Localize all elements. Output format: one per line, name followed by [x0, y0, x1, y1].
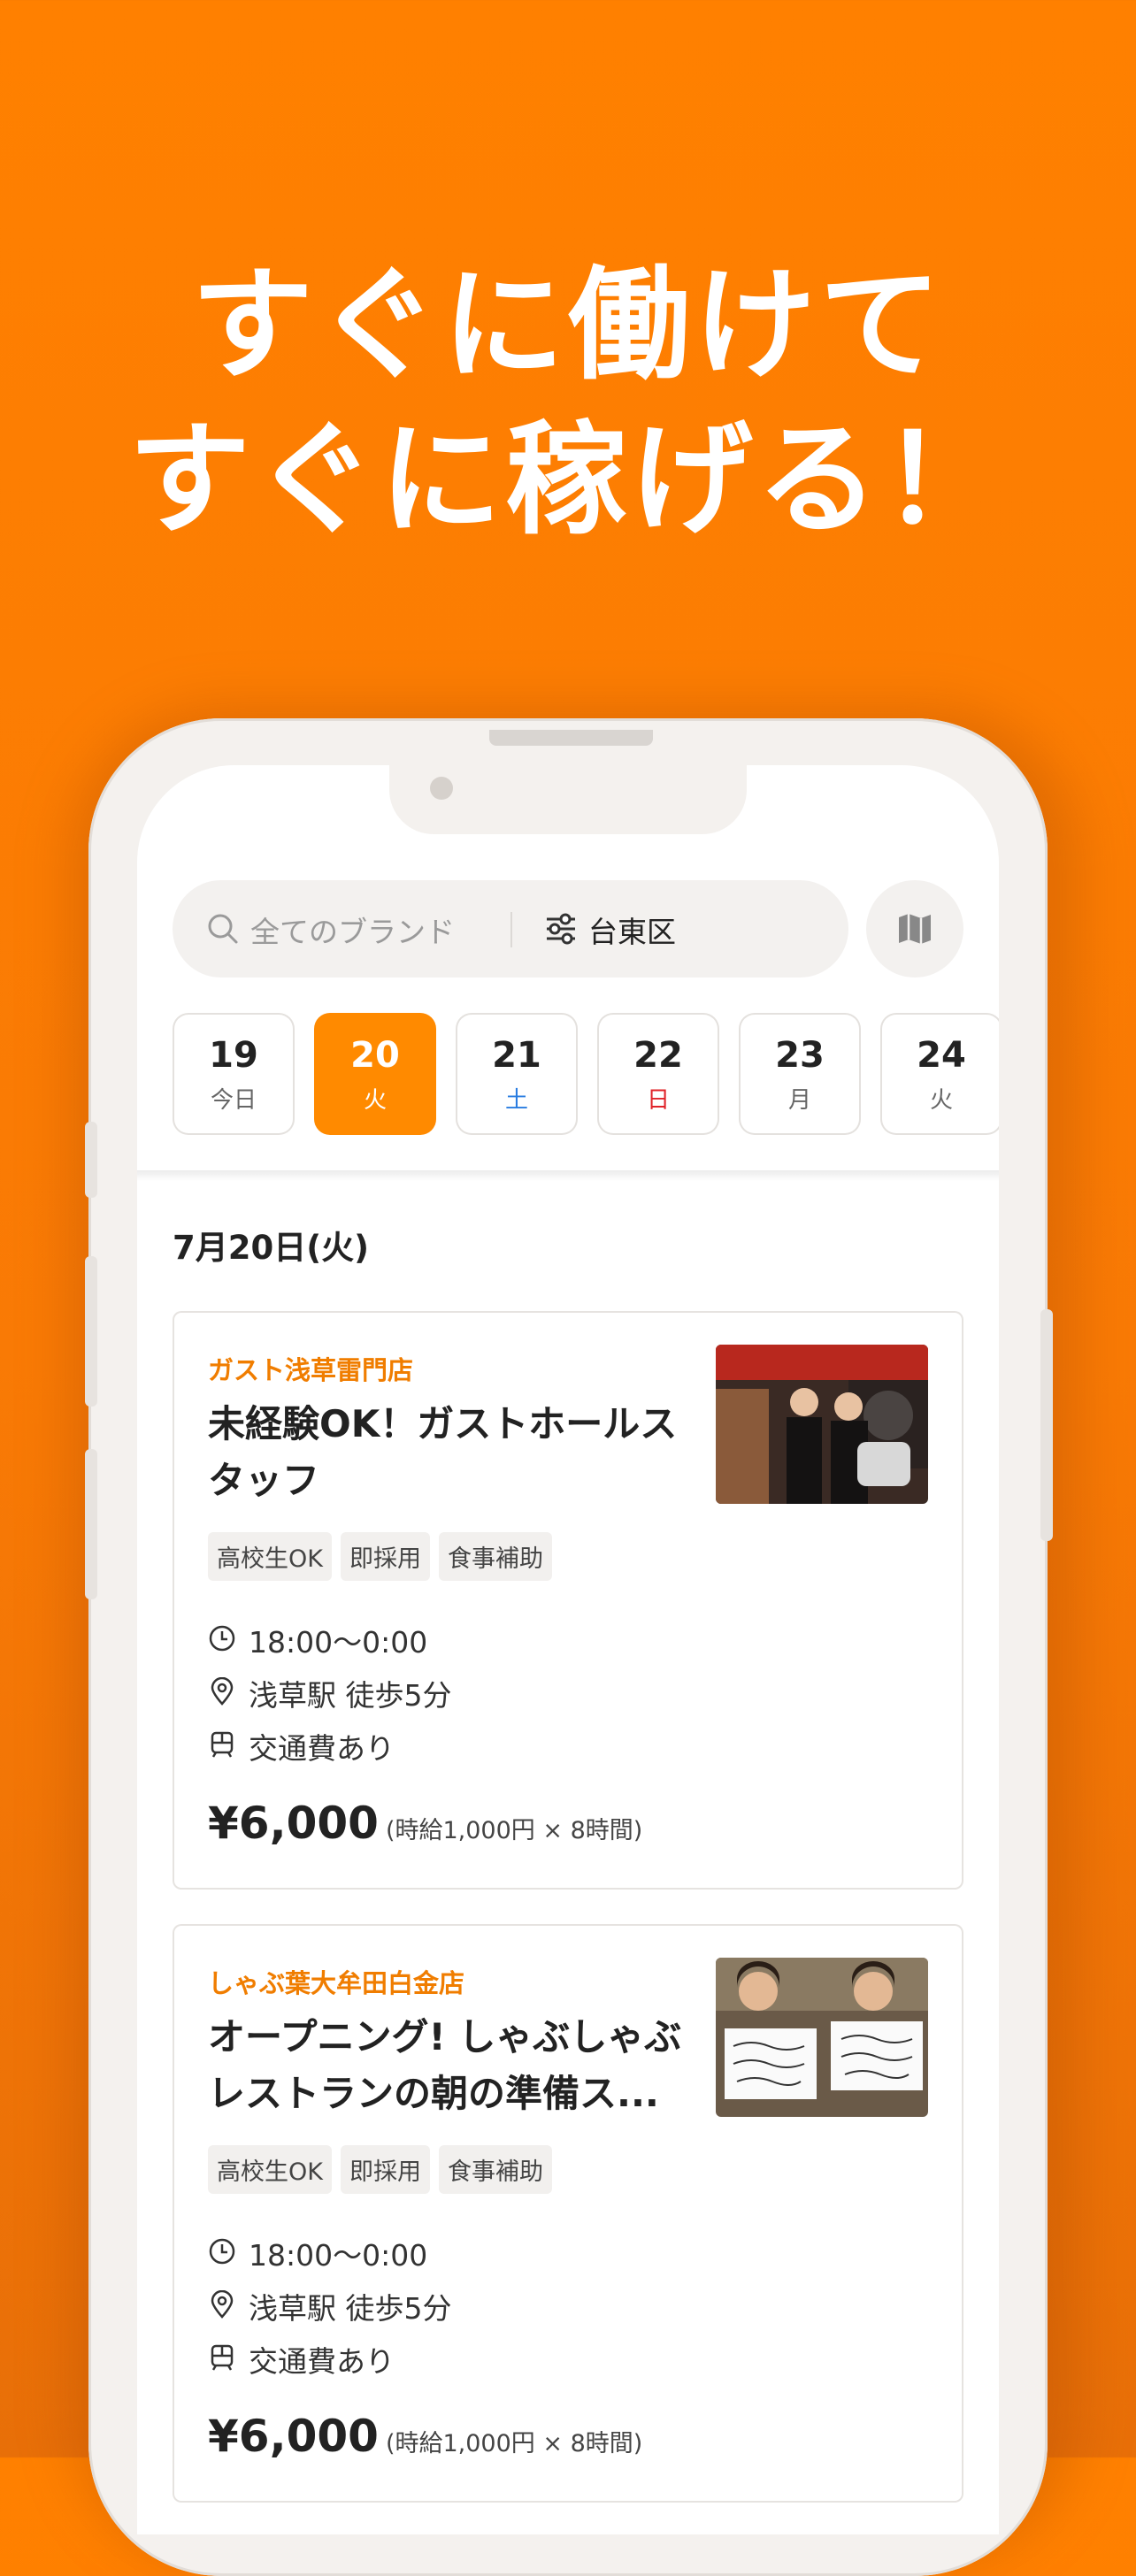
job-tag: 食事補助: [438, 2145, 552, 2194]
search-icon: [208, 914, 238, 944]
app-screen: 全てのブランド 台東区 19 今日 20 火 21 土 22 日 23 月 24…: [137, 765, 999, 2534]
job-card[interactable]: ガスト浅草雷門店 未経験OK！ガストホールスタッフ 高校生OK即採用食事補助: [173, 1311, 963, 1890]
filter-icon: [547, 913, 575, 945]
phone-side-button: [85, 1449, 97, 1599]
phone-camera: [430, 777, 453, 800]
date-selector: 19 今日 20 火 21 土 22 日 23 月 24 火: [173, 1013, 999, 1137]
date-tab[interactable]: 22 日: [597, 1013, 719, 1135]
phone-notch: [389, 765, 747, 834]
phone-power-button: [1040, 1309, 1053, 1541]
clock-icon: [209, 1625, 235, 1652]
headline-line1: すぐに働けて: [190, 254, 945, 396]
date-tab[interactable]: 23 月: [739, 1013, 861, 1135]
job-price-detail: (時給1,000円 × 8時間): [385, 1817, 643, 1844]
job-tags: 高校生OK 即採用 食事補助: [208, 2145, 561, 2194]
pin-icon: [211, 1677, 234, 1706]
date-weekday: 日: [646, 1087, 670, 1114]
job-tag: 食事補助: [438, 1532, 552, 1581]
job-price-amount: ¥6,000: [208, 2411, 379, 2462]
job-tag: 高校生OK: [208, 1532, 332, 1581]
search-input[interactable]: 全てのブランド: [250, 908, 455, 951]
job-title: オープニング! しゃぶしゃぶレストランの朝の準備ス...: [208, 2015, 682, 2115]
phone-side-button: [85, 1122, 97, 1198]
date-weekday: 今日: [210, 1087, 257, 1114]
train-icon: [211, 2344, 234, 2371]
date-number: 24: [917, 1035, 966, 1076]
headline: すぐに働けて すぐに稼げる！: [0, 248, 1136, 557]
date-weekday: 月: [787, 1087, 811, 1114]
job-store-name: しゃぶ葉大牟田白金店: [208, 1968, 465, 1998]
job-photo: [716, 1345, 928, 1504]
job-tag: 即採用: [340, 1532, 430, 1581]
section-date-heading: 7月20日(火): [173, 1229, 370, 1267]
pin-icon: [211, 2290, 234, 2319]
area-filter[interactable]: 台東区: [588, 908, 676, 951]
train-icon: [211, 1731, 234, 1758]
job-store-name: ガスト浅草雷門店: [208, 1355, 414, 1385]
date-number: 23: [775, 1035, 825, 1076]
job-station: 浅草駅 徒歩5分: [249, 1678, 452, 1713]
search-bar[interactable]: 全てのブランド 台東区: [173, 880, 848, 978]
job-card[interactable]: しゃぶ葉大牟田白金店 オープニング! しゃぶしゃぶレストランの朝の準備ス... …: [173, 1924, 963, 2503]
job-transport: 交通費あり: [249, 2344, 395, 2379]
date-weekday: 土: [504, 1087, 528, 1114]
job-station: 浅草駅 徒歩5分: [249, 2291, 452, 2326]
job-price: ¥6,000 (時給1,000円 × 8時間): [208, 1798, 642, 1849]
date-weekday: 火: [929, 1087, 953, 1114]
search-divider: [510, 912, 512, 947]
date-tab[interactable]: 19 今日: [173, 1013, 295, 1135]
job-tag: 高校生OK: [208, 2145, 332, 2194]
job-photo: [716, 1958, 928, 2117]
clock-icon: [209, 2238, 235, 2265]
job-tag: 即採用: [340, 2145, 430, 2194]
date-selector-shadow: [137, 1170, 999, 1181]
job-title: 未経験OK！ガストホールスタッフ: [208, 1402, 678, 1502]
date-number: 19: [209, 1035, 258, 1076]
job-time: 18:00〜0:00: [249, 2238, 428, 2273]
job-transport: 交通費あり: [249, 1731, 395, 1766]
headline-line2: すぐに稼げる！: [127, 409, 1008, 551]
date-tab[interactable]: 24 火: [880, 1013, 999, 1135]
date-number: 21: [492, 1035, 541, 1076]
date-tab-selected[interactable]: 20 火: [314, 1013, 436, 1135]
phone-speaker: [489, 730, 653, 746]
job-time: 18:00〜0:00: [249, 1625, 428, 1660]
date-weekday: 火: [363, 1087, 387, 1114]
phone-side-button: [85, 1256, 97, 1407]
map-button[interactable]: [866, 880, 963, 978]
job-price-detail: (時給1,000円 × 8時間): [385, 2430, 643, 2457]
job-price-amount: ¥6,000: [208, 1798, 379, 1849]
map-icon: [899, 914, 931, 944]
date-tab[interactable]: 21 土: [456, 1013, 578, 1135]
job-tags: 高校生OK 即採用 食事補助: [208, 1532, 561, 1581]
date-number: 22: [633, 1035, 683, 1076]
job-price: ¥6,000 (時給1,000円 × 8時間): [208, 2411, 642, 2462]
date-number: 20: [350, 1035, 400, 1076]
